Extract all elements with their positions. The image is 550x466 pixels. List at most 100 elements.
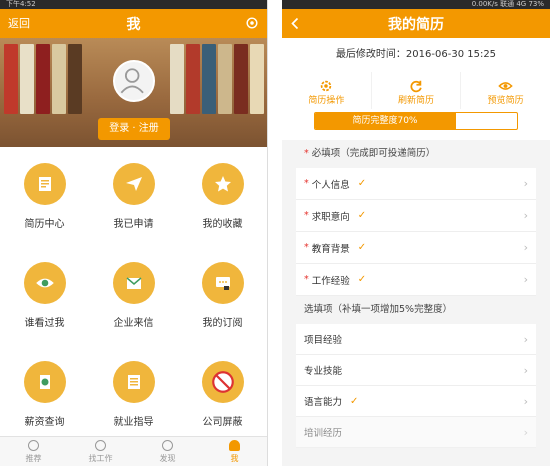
- resume-icon: [23, 163, 66, 205]
- refresh-resume-button[interactable]: 刷新简历: [372, 72, 462, 109]
- list-item-label: 语言能力: [304, 397, 343, 408]
- bottom-tab-bar: 推荐 找工作 发现 我: [0, 436, 267, 466]
- required-star: *: [304, 148, 309, 159]
- book-image: [20, 44, 34, 114]
- block-hr-icon: [201, 361, 244, 403]
- person-icon: [229, 439, 240, 451]
- grid-item-company-mail[interactable]: 企业来信: [89, 252, 178, 351]
- chevron-right-icon: ›: [523, 425, 528, 439]
- resume-operations-button[interactable]: 简历操作: [282, 72, 372, 109]
- back-button[interactable]: 返回: [8, 9, 30, 38]
- optional-item-skills[interactable]: 专业技能 ›: [296, 355, 536, 386]
- status-time: 下午4:52: [6, 0, 36, 8]
- paper-plane-icon: [112, 163, 155, 205]
- grid-item-resume-center[interactable]: 简历中心: [0, 153, 89, 252]
- action-label: 简历操作: [308, 96, 345, 106]
- check-icon: ✓: [357, 242, 367, 253]
- grid-item-applied[interactable]: 我已申请: [89, 153, 178, 252]
- required-section-label: 必填项（完成即可投递简历）: [311, 148, 436, 159]
- mail-icon: [112, 262, 155, 304]
- status-right: 0.00K/s 联通 4G 73%: [471, 0, 544, 8]
- grid-item-salary-query[interactable]: 薪资查询: [0, 351, 89, 447]
- book-image: [52, 44, 66, 114]
- guide-icon: [112, 361, 155, 403]
- chevron-left-icon[interactable]: [290, 17, 300, 30]
- grid-item-label: 谁看过我: [24, 318, 65, 329]
- refresh-icon: [410, 80, 422, 93]
- list-item-label: 教育背景: [311, 243, 350, 255]
- resume-summary-card: 最后修改时间：2016-06-30 15:25 简历操作 刷新简历 预览简历 简…: [282, 38, 550, 140]
- grid-item-subscriptions[interactable]: 我的订阅: [178, 252, 267, 351]
- optional-list: 项目经验 › 专业技能 › 语言能力 ✓ › 培训经历 ›: [282, 324, 550, 448]
- list-item-label: 工作经验: [311, 275, 350, 287]
- salary-icon: [23, 361, 66, 403]
- required-item-job-intention[interactable]: * 求职意向 ✓ ›: [296, 200, 536, 232]
- list-item-label: 求职意向: [311, 211, 350, 223]
- eye-icon: [498, 82, 513, 90]
- grid-item-label: 我的订阅: [202, 318, 243, 329]
- check-icon: ✓: [350, 395, 359, 407]
- required-star: *: [304, 178, 309, 189]
- top-bar: 返回 我: [0, 9, 267, 38]
- top-bar: 我的简历: [282, 9, 550, 38]
- chevron-right-icon: ›: [523, 241, 528, 254]
- check-icon: ✓: [357, 210, 367, 221]
- book-image: [218, 44, 232, 114]
- list-item-label: 项目经验: [304, 335, 343, 346]
- optional-section-title: 选填项（补填一项增加5%完整度）: [304, 304, 453, 315]
- profile-banner: 登录 · 注册: [0, 38, 267, 147]
- tab-label: 推荐: [25, 453, 42, 463]
- completeness-label: 简历完整度70%: [352, 116, 418, 126]
- grid-item-label: 就业指导: [113, 417, 154, 428]
- status-bar: 0.00K/s 联通 4G 73%: [282, 0, 550, 9]
- book-image: [68, 44, 82, 114]
- required-star: *: [304, 274, 309, 285]
- tab-me[interactable]: 我: [201, 437, 267, 466]
- optional-item-project-experience[interactable]: 项目经验 ›: [296, 324, 536, 355]
- settings-gear-icon[interactable]: [245, 16, 259, 30]
- resume-actions: 简历操作 刷新简历 预览简历: [282, 72, 550, 109]
- login-register-button[interactable]: 登录 · 注册: [98, 118, 170, 140]
- tab-discover[interactable]: 发现: [134, 437, 201, 466]
- chevron-right-icon: ›: [523, 177, 528, 190]
- page-title: 我: [126, 16, 141, 33]
- eye-icon: [23, 262, 66, 304]
- tab-label: 我: [230, 453, 239, 463]
- grid-item-label: 公司屏蔽: [202, 417, 243, 428]
- book-image: [36, 44, 50, 114]
- required-item-personal-info[interactable]: * 个人信息 ✓ ›: [296, 168, 536, 200]
- tab-recommend[interactable]: 推荐: [0, 437, 67, 466]
- required-section-title: * 必填项（完成即可投递简历）: [282, 140, 550, 168]
- grid-item-favorites[interactable]: 我的收藏: [178, 153, 267, 252]
- grid-item-who-viewed[interactable]: 谁看过我: [0, 252, 89, 351]
- book-image: [234, 44, 248, 114]
- completeness-progress-bar: 简历完整度70%: [314, 112, 518, 130]
- grid-item-label: 我已申请: [113, 219, 154, 230]
- check-icon: ✓: [357, 274, 367, 285]
- check-icon: ✓: [357, 178, 367, 189]
- book-image: [4, 44, 18, 114]
- action-label: 刷新简历: [398, 96, 435, 106]
- me-screen: 下午4:52 返回 我 登录 · 注册 简历中心 我已申请 我的收藏 谁看过我 …: [0, 0, 268, 466]
- avatar[interactable]: [113, 60, 155, 102]
- optional-item-training[interactable]: 培训经历 ›: [296, 417, 536, 448]
- chevron-right-icon: ›: [523, 332, 528, 346]
- book-image: [186, 44, 200, 114]
- preview-resume-button[interactable]: 预览简历: [461, 72, 550, 109]
- grid-item-company-block[interactable]: 公司屏蔽: [178, 351, 267, 447]
- list-item-label: 专业技能: [304, 366, 343, 377]
- grid-item-label: 薪资查询: [24, 417, 65, 428]
- gear-icon: [321, 80, 332, 92]
- tab-find-job[interactable]: 找工作: [67, 437, 134, 466]
- find-job-icon: [95, 439, 106, 451]
- chevron-right-icon: ›: [523, 273, 528, 286]
- grid-item-career-guide[interactable]: 就业指导: [89, 351, 178, 447]
- grid-item-label: 简历中心: [24, 219, 65, 230]
- completeness-wrap: 简历完整度70%: [282, 109, 550, 140]
- required-item-work-experience[interactable]: * 工作经验 ✓ ›: [296, 264, 536, 296]
- optional-item-language[interactable]: 语言能力 ✓ ›: [296, 386, 536, 417]
- required-star: *: [304, 210, 309, 221]
- tab-label: 找工作: [88, 453, 113, 463]
- book-image: [170, 44, 184, 114]
- required-item-education[interactable]: * 教育背景 ✓ ›: [296, 232, 536, 264]
